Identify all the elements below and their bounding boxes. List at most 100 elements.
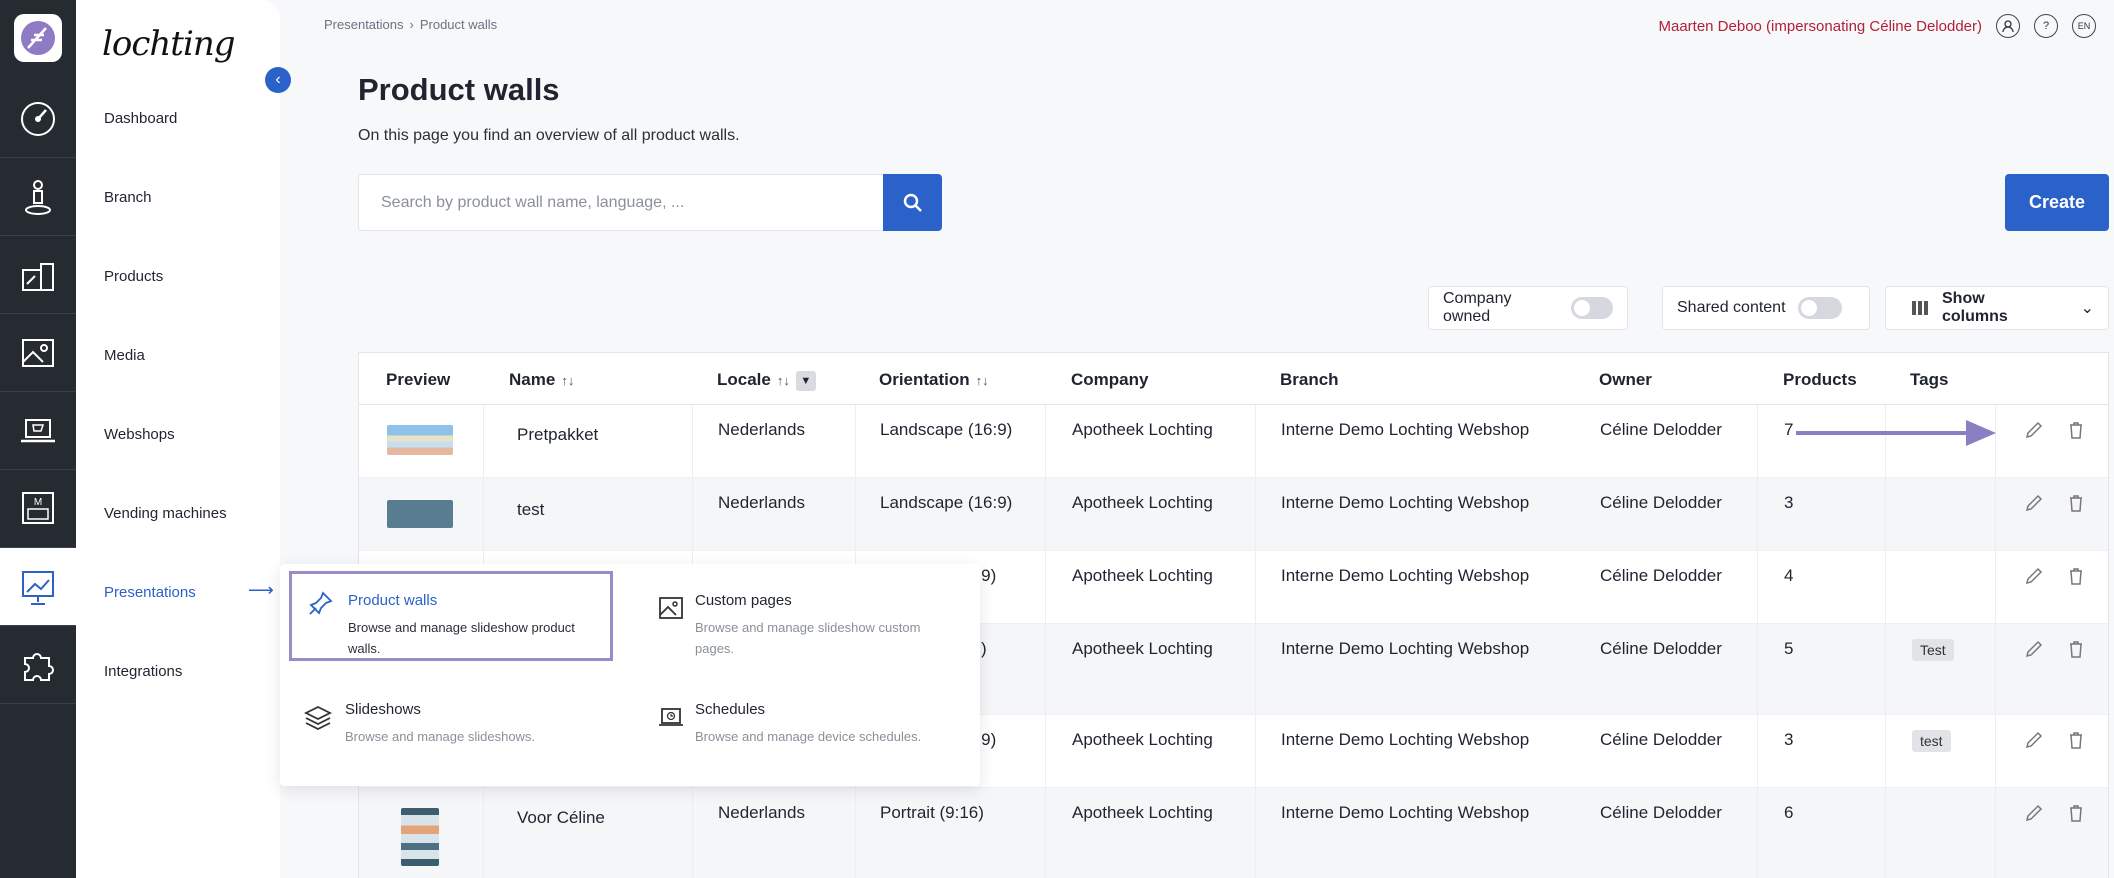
cell-divider [1885,788,1886,878]
nav-item-products[interactable]: Products [104,268,163,285]
company-owned-toggle[interactable] [1570,297,1613,319]
preview-thumbnail[interactable] [401,808,439,866]
col-owner: Owner [1599,370,1652,389]
rail-products[interactable] [0,236,76,314]
preview-thumbnail[interactable] [387,500,453,528]
cell-divider [1995,788,1996,878]
cell-divider [1045,405,1046,477]
nav-item-vending-machines[interactable]: Vending machines [104,505,227,522]
nav-item-dashboard[interactable]: Dashboard [104,110,177,127]
cell-company: Apotheek Lochting [1072,730,1213,749]
picture-frame-icon [659,597,683,619]
delete-trash-icon[interactable] [2065,419,2087,441]
cell-name[interactable]: Voor Céline [517,808,605,828]
cell-divider [1045,478,1046,550]
sort-icon[interactable]: ↑↓ [561,373,574,388]
cell-divider [855,788,856,878]
delete-trash-icon[interactable] [2065,492,2087,514]
delete-trash-icon[interactable] [2065,638,2087,660]
edit-pencil-icon[interactable] [2023,802,2045,824]
submenu-product-walls[interactable]: Product walls Browse and manage slidesho… [289,571,613,661]
cell-divider [692,788,693,878]
delete-trash-icon[interactable] [2065,565,2087,587]
collapse-sidebar-button[interactable]: ‹ [265,67,291,93]
table-row[interactable]: test Nederlands Landscape (16:9) Apothee… [359,478,2108,551]
cell-company: Apotheek Lochting [1072,803,1213,822]
nav-item-webshops[interactable]: Webshops [104,426,175,443]
rail-integrations[interactable] [0,626,76,704]
delete-trash-icon[interactable] [2065,802,2087,824]
cell-divider [1255,478,1256,550]
cell-divider [1885,478,1886,550]
search-button[interactable] [883,174,942,231]
rail-webshops[interactable] [0,392,76,470]
sort-icon[interactable]: ↑↓ [976,373,989,388]
pin-icon [309,591,333,615]
show-columns-dropdown[interactable]: Show columns ⌄ [1885,286,2109,330]
cell-divider [1255,788,1256,878]
svg-text:M: M [34,497,42,508]
user-name[interactable]: Maarten Deboo (impersonating Céline Delo… [1658,18,1982,35]
edit-pencil-icon[interactable] [2023,565,2045,587]
submenu-custom-pages[interactable]: Custom pages Browse and manage slideshow… [639,574,963,664]
col-company: Company [1071,370,1149,389]
nav-item-integrations[interactable]: Integrations [104,663,182,680]
delete-trash-icon[interactable] [2065,729,2087,751]
col-preview: Preview [386,370,451,389]
submenu-title: Schedules [695,701,766,718]
breadcrumb-presentations[interactable]: Presentations [324,17,404,32]
cell-name[interactable]: Pretpakket [517,425,598,445]
submenu-title: Custom pages [695,592,792,609]
shared-content-toggle[interactable] [1797,297,1842,319]
cell-company: Apotheek Lochting [1072,639,1213,658]
nav-item-presentations[interactable]: Presentations [104,584,196,601]
table-row[interactable]: Voor Céline Nederlands Portrait (9:16) A… [359,788,2108,878]
preview-thumbnail[interactable] [387,425,453,455]
submenu-schedules[interactable]: Schedules Browse and manage device sched… [639,683,963,773]
app-logo[interactable] [14,14,62,62]
nav-item-branch[interactable]: Branch [104,189,152,206]
create-button[interactable]: Create [2005,174,2109,231]
user-bar: Maarten Deboo (impersonating Céline Delo… [1658,14,2114,38]
user-profile-icon[interactable] [1996,14,2020,38]
filter-funnel-icon[interactable]: ▼ [795,370,816,391]
edit-pencil-icon[interactable] [2023,492,2045,514]
submenu-title: Product walls [348,592,438,609]
help-icon[interactable]: ? [2034,14,2058,38]
edit-pencil-icon[interactable] [2023,729,2045,751]
leaf-logo-icon [21,21,55,55]
edit-pencil-icon[interactable] [2023,638,2045,660]
rail-vending-machines[interactable]: M [0,470,76,548]
rail-media[interactable] [0,314,76,392]
nav-item-media[interactable]: Media [104,347,145,364]
rail-branch[interactable] [0,158,76,236]
col-name[interactable]: Name ↑↓ [509,370,574,390]
arrow-right-icon: ⟶ [248,580,274,600]
cell-divider [483,405,484,477]
sort-icon[interactable]: ↑↓ [777,373,790,388]
page-title: Product walls [358,72,560,107]
cell-divider [1757,788,1758,878]
tag-badge: Test [1912,639,1954,661]
chevron-down-icon: ⌄ [2080,300,2094,317]
col-orientation-label: Orientation [879,370,970,389]
rail-presentations[interactable] [0,548,76,626]
search-input[interactable] [358,174,883,231]
cell-owner: Céline Delodder [1600,730,1722,749]
cell-locale: Nederlands [718,420,805,439]
language-switch[interactable]: EN [2072,14,2096,38]
speedometer-icon [21,101,55,136]
col-orientation[interactable]: Orientation ↑↓ [879,370,989,390]
col-products: Products [1783,370,1857,389]
submenu-desc: Browse and manage slideshow custom pages… [695,620,921,656]
cell-owner: Céline Delodder [1600,566,1722,585]
cell-divider [1045,551,1046,623]
col-locale[interactable]: Locale ↑↓ ▼ [717,370,816,391]
submenu-slideshows[interactable]: Slideshows Browse and manage slideshows. [289,683,613,773]
rail-dashboard[interactable] [0,80,76,158]
cell-branch: Interne Demo Lochting Webshop [1281,803,1530,822]
cell-divider [1757,478,1758,550]
search-bar [358,174,942,231]
cell-name[interactable]: test [517,500,544,520]
edit-pencil-icon[interactable] [2023,419,2045,441]
